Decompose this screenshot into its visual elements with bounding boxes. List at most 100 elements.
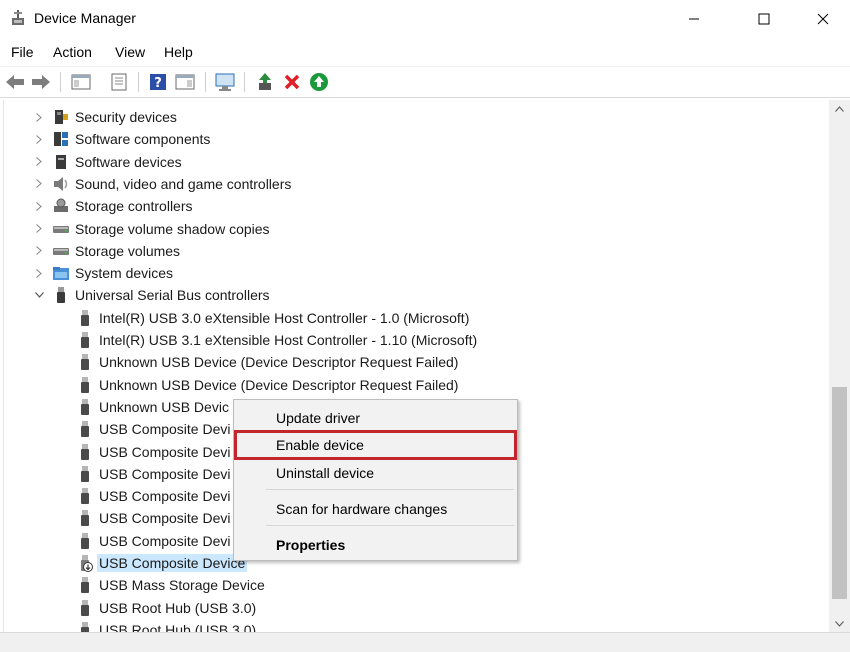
tree-category[interactable]: Software components <box>34 128 210 150</box>
show-hide-console-tree-icon <box>71 74 91 90</box>
tree-device-item[interactable]: USB Mass Storage Device <box>76 574 265 596</box>
menu-update-driver[interactable]: Update driver <box>276 410 360 426</box>
title-bar: Device Manager <box>0 0 850 37</box>
toolbar-separator <box>205 72 206 92</box>
chevron-right-icon[interactable] <box>34 224 44 234</box>
scrollbar-thumb[interactable] <box>832 387 847 599</box>
tree-device-item[interactable]: Unknown USB Device (Device Descriptor Re… <box>76 351 458 373</box>
tree-device-item[interactable]: USB Composite Devi <box>76 530 231 552</box>
tree-device-item[interactable]: USB Root Hub (USB 3.0) <box>76 619 256 632</box>
chevron-down-icon[interactable] <box>34 290 44 300</box>
usb-disabled-icon <box>76 554 94 572</box>
chevron-right-icon[interactable] <box>34 157 44 167</box>
software-component-icon <box>52 130 70 148</box>
chevron-right-icon[interactable] <box>34 246 44 256</box>
tree-device-item[interactable]: Intel(R) USB 3.0 eXtensible Host Control… <box>76 307 469 329</box>
storage-controller-icon <box>52 197 70 215</box>
menu-separator <box>266 525 514 526</box>
tree-device-item[interactable]: Unknown USB Device (Device Descriptor Re… <box>76 374 458 396</box>
tree-device-item[interactable]: USB Composite Devi <box>76 485 231 507</box>
chevron-right-icon[interactable] <box>34 112 44 122</box>
usb-plug-icon <box>76 376 94 394</box>
help-button[interactable]: ? <box>147 71 169 93</box>
tree-device-label: Intel(R) USB 3.1 eXtensible Host Control… <box>99 332 478 348</box>
chevron-up-icon <box>835 105 844 112</box>
close-button[interactable] <box>800 0 846 37</box>
menu-bar: File Action View Help <box>0 38 850 66</box>
scroll-up-button[interactable] <box>829 100 850 117</box>
forward-button[interactable] <box>30 71 52 93</box>
menu-properties[interactable]: Properties <box>276 537 345 553</box>
update-driver-icon <box>259 73 271 90</box>
chevron-right-icon[interactable] <box>34 201 44 211</box>
highlight-box <box>234 430 517 460</box>
tree-device-label: Intel(R) USB 3.0 eXtensible Host Control… <box>99 309 470 326</box>
minimize-button[interactable] <box>671 0 717 37</box>
console-tree-button[interactable] <box>70 71 92 93</box>
menu-action[interactable]: Action <box>53 44 92 60</box>
tree-category-label: Storage controllers <box>75 198 193 215</box>
action-pane-button[interactable] <box>174 71 196 93</box>
menu-view[interactable]: View <box>115 44 145 60</box>
uninstall-button[interactable] <box>281 71 303 93</box>
help-icon: ? <box>150 74 166 91</box>
tree-category-label: Sound, video and game controllers <box>75 175 292 192</box>
back-button[interactable] <box>4 71 26 93</box>
tree-device-item[interactable]: USB Root Hub (USB 3.0) <box>76 597 256 619</box>
tree-category[interactable]: Software devices <box>34 151 182 173</box>
usb-plug-icon <box>76 420 94 438</box>
update-driver-button[interactable] <box>254 71 276 93</box>
tree-category[interactable]: Security devices <box>34 106 177 128</box>
usb-icon <box>52 286 70 304</box>
context-menu: Update driver Enable device Uninstall de… <box>233 399 518 561</box>
close-icon <box>817 13 829 24</box>
tree-category[interactable]: Storage volume shadow copies <box>34 218 270 240</box>
enable-device-button[interactable] <box>308 71 330 93</box>
tree-device-item[interactable]: Intel(R) USB 3.1 eXtensible Host Control… <box>76 329 477 351</box>
tree-category[interactable]: Storage volumes <box>34 240 180 262</box>
tree-category[interactable]: Storage controllers <box>34 195 193 217</box>
menu-file[interactable]: File <box>11 44 34 60</box>
tree-device-item[interactable]: USB Composite Devi <box>76 463 231 485</box>
chevron-right-icon[interactable] <box>34 134 44 144</box>
tree-category-label: Storage volume shadow copies <box>75 220 270 237</box>
tree-device-label: USB Composite Devi <box>99 532 231 549</box>
tree-device-label: USB Composite Devi <box>99 510 231 527</box>
device-manager-icon <box>9 9 27 27</box>
menu-scan-hardware[interactable]: Scan for hardware changes <box>276 501 447 517</box>
menu-help[interactable]: Help <box>164 44 193 60</box>
tree-category[interactable]: Universal Serial Bus controllers <box>34 284 270 306</box>
drive-icon <box>52 220 70 238</box>
usb-plug-icon <box>76 331 94 349</box>
tree-device-item[interactable]: USB Composite Device <box>76 552 248 574</box>
usb-plug-icon <box>76 509 94 527</box>
properties-icon <box>111 73 127 91</box>
tree-category-label: Software components <box>75 131 211 148</box>
status-bar <box>0 632 850 652</box>
menu-uninstall-device[interactable]: Uninstall device <box>276 465 374 481</box>
usb-plug-icon <box>76 398 94 416</box>
chevron-right-icon[interactable] <box>34 179 44 189</box>
svg-text:?: ? <box>154 76 162 91</box>
tree-category[interactable]: Sound, video and game controllers <box>34 173 291 195</box>
scroll-down-button[interactable] <box>829 615 850 632</box>
usb-plug-icon <box>76 465 94 483</box>
chevron-right-icon[interactable] <box>34 268 44 278</box>
tree-device-item[interactable]: Unknown USB Devic <box>76 396 229 418</box>
usb-plug-icon <box>76 599 94 617</box>
tree-device-item[interactable]: USB Composite Devi <box>76 507 231 529</box>
tree-device-item[interactable]: USB Composite Devi <box>76 418 231 440</box>
tree-category-label: Software devices <box>75 153 182 170</box>
scan-monitor-button[interactable] <box>214 71 236 93</box>
tree-category[interactable]: System devices <box>34 262 173 284</box>
usb-plug-icon <box>76 532 94 550</box>
vertical-scrollbar[interactable] <box>829 100 850 632</box>
tree-device-item[interactable]: USB Composite Devi <box>76 441 231 463</box>
maximize-button[interactable] <box>741 0 787 37</box>
menu-separator <box>266 489 514 490</box>
usb-plug-icon <box>76 621 94 632</box>
properties-button[interactable] <box>108 71 130 93</box>
toolbar: ? <box>0 66 850 98</box>
drive-icon <box>52 242 70 260</box>
tree-category-label: Storage volumes <box>75 242 181 259</box>
